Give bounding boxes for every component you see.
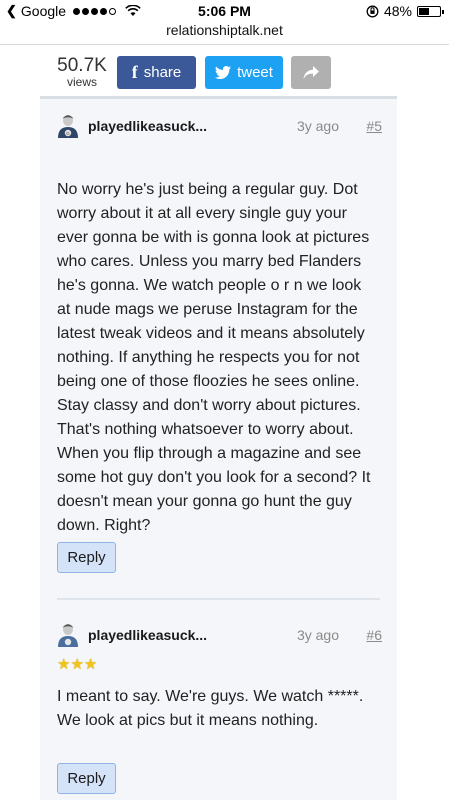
share-label: share	[143, 64, 182, 81]
svg-text:G: G	[66, 131, 70, 136]
tweet-label: tweet	[237, 64, 273, 81]
comment-username[interactable]: playedlikeasuck...	[88, 118, 207, 134]
reply-button[interactable]: Reply	[57, 763, 116, 794]
facebook-share-button[interactable]: f share	[117, 56, 196, 89]
tweet-button[interactable]: tweet	[205, 56, 283, 89]
comment-text: No worry he's just being a regular guy. …	[57, 181, 371, 534]
header-divider	[0, 44, 449, 45]
comment-divider	[57, 598, 380, 600]
comment-timestamp: 3y ago	[296, 627, 339, 643]
thread-top-edge	[40, 96, 397, 99]
avatar-icon[interactable]: G	[57, 113, 79, 139]
forward-share-button[interactable]	[291, 56, 331, 89]
comment-header: G playedlikeasuck... 3y ago #5	[57, 114, 382, 140]
comment-header: playedlikeasuck... 3y ago #6	[57, 623, 382, 649]
forward-arrow-icon	[303, 65, 319, 79]
comment-thread: G playedlikeasuck... 3y ago #5 No worry …	[40, 96, 397, 800]
comment-username[interactable]: playedlikeasuck...	[88, 627, 207, 643]
comment-6: playedlikeasuck... 3y ago #6 ★★★ I meant…	[57, 623, 382, 794]
battery-icon	[417, 5, 444, 17]
comment-5: G playedlikeasuck... 3y ago #5 No worry …	[57, 114, 382, 573]
reply-button[interactable]: Reply	[57, 542, 116, 573]
comment-permalink[interactable]: #5	[366, 118, 382, 134]
avatar-icon[interactable]	[57, 622, 79, 648]
comment-permalink[interactable]: #6	[366, 627, 382, 643]
comment-text: I meant to say. We're guys. We watch ***…	[57, 688, 364, 729]
views-count: 50.7K	[57, 55, 107, 76]
twitter-bird-icon	[215, 66, 232, 79]
status-bar: ❮ Google 5:06 PM 48%	[0, 0, 449, 22]
rotation-lock-icon	[366, 5, 379, 17]
address-bar[interactable]: relationshiptalk.net	[0, 22, 449, 38]
views-label: views	[66, 75, 97, 89]
star-rating-icon: ★★★	[57, 656, 98, 673]
views-counter: 50.7K views	[50, 55, 114, 89]
share-toolbar: 50.7K views f share tweet	[0, 55, 449, 91]
status-right: 48%	[366, 3, 444, 19]
facebook-icon: f	[131, 62, 138, 82]
battery-percent: 48%	[383, 3, 412, 19]
comment-timestamp: 3y ago	[296, 118, 339, 134]
